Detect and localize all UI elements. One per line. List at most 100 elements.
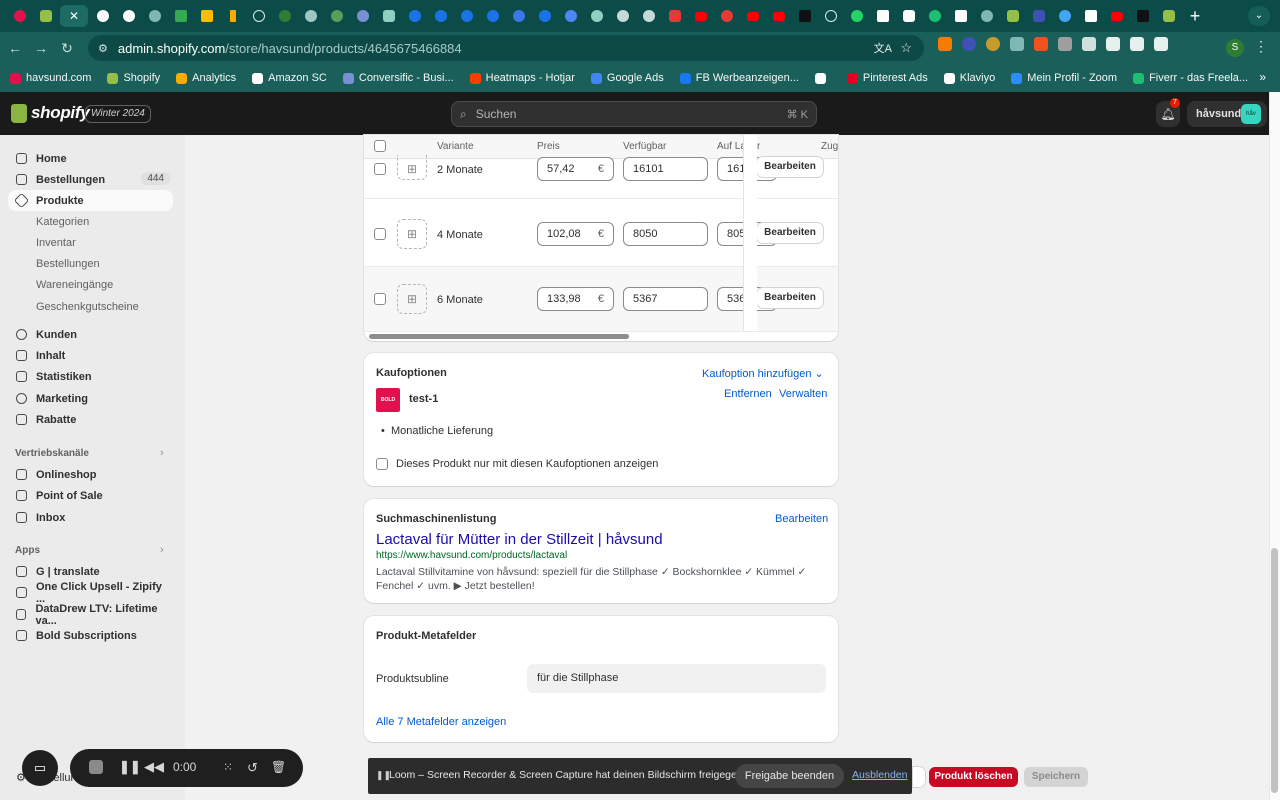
variant-name[interactable]: 2 Monate (437, 164, 483, 176)
stop-recording-button[interactable] (89, 760, 103, 774)
side-panel-icon[interactable] (1154, 37, 1168, 51)
table-row[interactable]: ⊞ 2 Monate 57,42€ 16101 16101 Bearbeiten (364, 155, 838, 199)
row-checkbox[interactable] (374, 228, 386, 240)
browser-tab[interactable] (1001, 5, 1024, 27)
bookmark-item[interactable]: havsund.com (10, 72, 91, 84)
sidebar-subitem-categories[interactable]: Kategorien (36, 216, 89, 228)
bookmark-item[interactable]: Mein Profil - Zoom (1011, 72, 1117, 84)
extension-icon[interactable] (1058, 37, 1072, 51)
browser-tab[interactable] (143, 5, 166, 27)
notifications-button[interactable]: 🔔︎ 7 (1156, 98, 1180, 127)
select-all-checkbox[interactable] (374, 140, 386, 152)
table-row[interactable]: ⊞ 4 Monate 102,08 € 8050 8050 Bearbeiten (364, 202, 838, 267)
browser-tab[interactable] (221, 5, 244, 27)
browser-tab[interactable] (611, 5, 634, 27)
row-checkbox[interactable] (374, 293, 386, 305)
price-input[interactable]: 133,98 € (537, 287, 614, 311)
checkbox-label[interactable]: Dieses Produkt nur mit diesen Kaufoption… (396, 458, 658, 470)
variant-name[interactable]: 4 Monate (437, 229, 483, 241)
browser-tab[interactable] (949, 5, 972, 27)
column-available[interactable]: Verfügbar (623, 141, 666, 152)
puzzle-icon[interactable] (1106, 37, 1120, 51)
sidebar-subitem-purchase-orders[interactable]: Bestellungen (36, 258, 100, 270)
browser-tab[interactable] (663, 5, 686, 27)
close-icon[interactable]: ✕ (69, 9, 79, 23)
add-image-icon[interactable]: ⊞ (397, 284, 427, 314)
bookmark-item[interactable]: Shopify (107, 72, 160, 84)
apps-heading[interactable]: Apps (15, 545, 40, 556)
browser-tab[interactable] (559, 5, 582, 27)
sidebar-app-translate[interactable]: G | translate (8, 561, 173, 582)
browser-tab[interactable] (169, 5, 192, 27)
site-info-icon[interactable]: ⚙ (98, 42, 108, 55)
sidebar-app-zipify[interactable]: One Click Upsell - Zipify ... (8, 581, 173, 605)
browser-tab[interactable] (819, 5, 842, 27)
table-row[interactable]: ⊞ 6 Monate 133,98 € 5367 5367 Bearbeiten (364, 267, 838, 332)
browser-tab[interactable] (91, 5, 114, 27)
bookmark-item[interactable]: Klaviyo (943, 72, 995, 84)
delete-product-button[interactable]: Produkt löschen (929, 767, 1018, 787)
edit-seo-link[interactable]: Bearbeiten (775, 513, 828, 525)
browser-tab[interactable] (377, 5, 400, 27)
browser-tab[interactable] (637, 5, 660, 27)
camera-toggle-button[interactable]: ▭ (22, 750, 58, 786)
variant-name[interactable]: 6 Monate (437, 294, 483, 306)
chevron-right-icon[interactable]: › (160, 447, 164, 459)
extension-icon[interactable] (1010, 37, 1024, 51)
more-bookmarks-icon[interactable]: » (1259, 70, 1266, 84)
browser-tab[interactable] (273, 5, 296, 27)
forward-button[interactable]: → (30, 40, 52, 56)
add-image-icon[interactable]: ⊞ (397, 219, 427, 249)
browser-tab[interactable] (247, 5, 270, 27)
browser-tab[interactable] (403, 5, 426, 27)
add-image-icon[interactable]: ⊞ (397, 155, 427, 180)
bookmark-item[interactable]: Fiverr - das Freela... (1133, 72, 1248, 84)
available-input[interactable]: 16101 (623, 157, 708, 181)
extension-icon[interactable] (1034, 37, 1048, 51)
edit-variant-button[interactable]: Bearbeiten (757, 157, 823, 177)
address-bar[interactable]: ⚙ admin.shopify.com/store/havsund/produc… (88, 35, 924, 61)
stop-sharing-button[interactable]: Freigabe beenden (735, 764, 844, 788)
more-actions-button[interactable] (913, 767, 925, 787)
grid-icon[interactable]: ⁙ (223, 760, 233, 774)
browser-tab[interactable] (793, 5, 816, 27)
manage-link[interactable]: Verwalten (779, 388, 827, 400)
chevron-right-icon[interactable]: › (160, 544, 164, 556)
available-input[interactable]: 5367 (623, 287, 708, 311)
column-variant[interactable]: Variante (437, 141, 474, 152)
remove-link[interactable]: Entfernen (724, 388, 772, 400)
rewind-icon[interactable]: ◀◀ (144, 759, 164, 775)
browser-tab[interactable] (325, 5, 348, 27)
sidebar-item-marketing[interactable]: Marketing (8, 388, 173, 409)
browser-tab[interactable] (507, 5, 530, 27)
browser-tab[interactable] (1079, 5, 1102, 27)
sidebar-item-content[interactable]: Inhalt (8, 345, 173, 366)
sidebar-item-analytics[interactable]: Statistiken (8, 366, 173, 387)
search-input[interactable]: ⌕ Suchen ⌘ K (451, 101, 817, 127)
sidebar-item-point-of-sale[interactable]: Point of Sale (8, 485, 173, 506)
row-checkbox[interactable] (374, 163, 386, 175)
bookmark-item[interactable]: Google Ads (590, 72, 664, 84)
price-input[interactable]: 102,08 € (537, 222, 614, 246)
sidebar-subitem-gift-cards[interactable]: Geschenkgutscheine (36, 301, 139, 313)
edit-variant-button[interactable]: Bearbeiten (757, 223, 823, 243)
page-scrollbar[interactable] (1271, 548, 1278, 793)
sidebar-item-products[interactable]: Produkte (8, 190, 173, 211)
bookmark-star-icon[interactable]: ☆ (900, 40, 912, 56)
sidebar-subitem-transfers[interactable]: Wareneingänge (36, 279, 113, 291)
browser-tab[interactable] (533, 5, 556, 27)
add-purchase-option-button[interactable]: Kaufoption hinzufügen ⌄ (702, 367, 824, 380)
store-menu-button[interactable]: håvsund håv (1187, 101, 1267, 127)
browser-tab[interactable] (195, 5, 218, 27)
browser-menu-icon[interactable]: ⋮ (1254, 38, 1268, 55)
trash-icon[interactable]: 🗑︎ (271, 760, 286, 774)
metafield-input[interactable]: für die Stillphase (527, 664, 826, 693)
extension-icon[interactable] (938, 37, 952, 51)
edit-variant-button[interactable]: Bearbeiten (757, 288, 823, 308)
bookmark-item[interactable] (814, 72, 831, 84)
browser-tab[interactable] (351, 5, 374, 27)
browser-tab[interactable] (1027, 5, 1050, 27)
bookmark-item[interactable]: Analytics (176, 72, 236, 84)
extension-icon[interactable] (1082, 37, 1096, 51)
browser-tab[interactable] (8, 5, 31, 27)
